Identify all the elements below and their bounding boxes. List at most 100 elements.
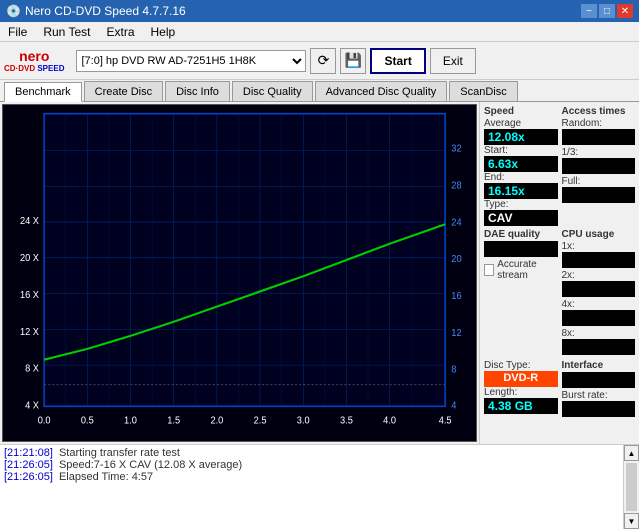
- accurate-stream-row: Accurate stream: [484, 259, 558, 281]
- 2x-label: 2x:: [562, 270, 636, 281]
- log-scroll-thumb: [626, 463, 637, 511]
- tab-benchmark[interactable]: Benchmark: [4, 82, 82, 102]
- save-button[interactable]: 💾: [340, 48, 366, 74]
- svg-text:8 X: 8 X: [25, 363, 40, 374]
- 1x-label: 1x:: [562, 241, 636, 252]
- maximize-button[interactable]: □: [599, 4, 615, 18]
- disc-length-value: 4.38 GB: [484, 398, 558, 414]
- dae-title: DAE quality: [484, 229, 558, 240]
- svg-text:24 X: 24 X: [20, 216, 40, 227]
- log-text-3: Elapsed Time: 4:57: [59, 471, 153, 483]
- svg-text:0.0: 0.0: [38, 415, 51, 426]
- titlebar-controls: − □ ✕: [581, 4, 633, 18]
- svg-text:4 X: 4 X: [25, 400, 40, 411]
- svg-text:1.5: 1.5: [167, 415, 180, 426]
- nero-brand-bottom: CD·DVD SPEED: [4, 64, 64, 73]
- drive-select[interactable]: [7:0] hp DVD RW AD-7251H5 1H8K: [76, 50, 306, 72]
- tab-disc-quality[interactable]: Disc Quality: [232, 81, 313, 101]
- app-title: Nero CD-DVD Speed 4.7.7.16: [25, 4, 186, 18]
- accurate-stream-checkbox[interactable]: [484, 264, 494, 276]
- main-wrapper: 4 X 8 X 12 X 16 X 20 X 24 X 4 8 12 16 20…: [0, 102, 639, 529]
- random-value: [562, 129, 636, 145]
- menu-run-test[interactable]: Run Test: [35, 23, 98, 41]
- menu-extra[interactable]: Extra: [98, 23, 142, 41]
- cpu-title: CPU usage: [562, 229, 636, 240]
- interface-value: [562, 372, 636, 388]
- exit-button[interactable]: Exit: [430, 48, 476, 74]
- full-value: [562, 187, 636, 203]
- log-scroll-up[interactable]: ▲: [624, 445, 639, 461]
- svg-text:12 X: 12 X: [20, 327, 40, 338]
- start-label: Start:: [484, 145, 558, 156]
- toolbar: nero CD·DVD SPEED [7:0] hp DVD RW AD-725…: [0, 42, 639, 80]
- log-scrollbar[interactable]: ▲ ▼: [623, 445, 639, 529]
- log-timestamp-2: [21:26:05]: [4, 459, 53, 471]
- svg-text:4.5: 4.5: [439, 415, 452, 426]
- disc-type-label: Disc Type:: [484, 360, 558, 371]
- svg-text:16: 16: [451, 291, 461, 302]
- interface-section: Interface Burst rate:: [562, 360, 636, 419]
- cpu-section: CPU usage 1x: 2x: 4x: 8x:: [562, 229, 636, 357]
- chart-and-panel: 4 X 8 X 12 X 16 X 20 X 24 X 4 8 12 16 20…: [0, 102, 639, 444]
- refresh-button[interactable]: ⟳: [310, 48, 336, 74]
- titlebar-title: 💿 Nero CD-DVD Speed 4.7.7.16: [6, 4, 186, 18]
- type-value: CAV: [484, 210, 558, 226]
- accurate-stream-label: Accurate stream: [497, 259, 557, 281]
- nero-brand-top: nero: [19, 48, 49, 64]
- tab-create-disc[interactable]: Create Disc: [84, 81, 163, 101]
- burst-value: [562, 401, 636, 417]
- menubar: File Run Test Extra Help: [0, 22, 639, 42]
- burst-label: Burst rate:: [562, 390, 636, 401]
- log-line-1: [21:21:08] Starting transfer rate test: [4, 447, 619, 459]
- svg-text:8: 8: [451, 365, 456, 376]
- average-value: 12.08x: [484, 129, 558, 145]
- log-text-2: Speed:7-16 X CAV (12.08 X average): [59, 459, 242, 471]
- svg-text:28: 28: [451, 180, 461, 191]
- access-title: Access times: [562, 106, 636, 117]
- dae-value: [484, 241, 558, 257]
- log-timestamp-3: [21:26:05]: [4, 471, 53, 483]
- 4x-value: [562, 310, 636, 326]
- minimize-button[interactable]: −: [581, 4, 597, 18]
- one-third-value: [562, 158, 636, 174]
- log-line-3: [21:26:05] Elapsed Time: 4:57: [4, 471, 619, 483]
- titlebar: 💿 Nero CD-DVD Speed 4.7.7.16 − □ ✕: [0, 0, 639, 22]
- menu-file[interactable]: File: [0, 23, 35, 41]
- full-label: Full:: [562, 176, 636, 187]
- tab-disc-info[interactable]: Disc Info: [165, 81, 230, 101]
- tabs: Benchmark Create Disc Disc Info Disc Qua…: [0, 80, 639, 102]
- tab-advanced-disc-quality[interactable]: Advanced Disc Quality: [315, 81, 448, 101]
- log-text-1: Starting transfer rate test: [59, 447, 180, 459]
- cpu-dae-section: DAE quality Accurate stream CPU usage 1x…: [484, 229, 635, 357]
- svg-text:12: 12: [451, 328, 461, 339]
- log-timestamp-1: [21:21:08]: [4, 447, 53, 459]
- random-label: Random:: [562, 118, 636, 129]
- svg-text:32: 32: [451, 143, 461, 154]
- end-label: End:: [484, 172, 558, 183]
- one-third-label: 1/3:: [562, 147, 636, 158]
- menu-help[interactable]: Help: [143, 23, 184, 41]
- close-button[interactable]: ✕: [617, 4, 633, 18]
- 4x-label: 4x:: [562, 299, 636, 310]
- 8x-label: 8x:: [562, 328, 636, 339]
- speed-access-section: Speed Average 12.08x Start: 6.63x End: 1…: [484, 106, 635, 226]
- speed-section: Speed Average 12.08x Start: 6.63x End: 1…: [484, 106, 558, 226]
- dae-section: DAE quality Accurate stream: [484, 229, 558, 357]
- log-scroll-down[interactable]: ▼: [624, 513, 639, 529]
- disc-type-value: DVD-R: [484, 371, 558, 387]
- chart-area: 4 X 8 X 12 X 16 X 20 X 24 X 4 8 12 16 20…: [2, 104, 477, 442]
- chart-svg: 4 X 8 X 12 X 16 X 20 X 24 X 4 8 12 16 20…: [3, 105, 476, 441]
- right-panel: Speed Average 12.08x Start: 6.63x End: 1…: [479, 102, 639, 444]
- svg-text:2.0: 2.0: [210, 415, 223, 426]
- speed-title: Speed: [484, 106, 558, 117]
- tab-scan-disc[interactable]: ScanDisc: [449, 81, 517, 101]
- svg-text:2.5: 2.5: [254, 415, 267, 426]
- disc-interface-section: Disc Type: DVD-R Length: 4.38 GB Interfa…: [484, 360, 635, 419]
- disc-section: Disc Type: DVD-R Length: 4.38 GB: [484, 360, 558, 419]
- svg-text:20: 20: [451, 254, 461, 265]
- log-line-2: [21:26:05] Speed:7-16 X CAV (12.08 X ave…: [4, 459, 619, 471]
- start-button[interactable]: Start: [370, 48, 425, 74]
- start-value: 6.63x: [484, 156, 558, 172]
- svg-text:20 X: 20 X: [20, 253, 40, 264]
- access-section: Access times Random: 1/3: Full:: [562, 106, 636, 226]
